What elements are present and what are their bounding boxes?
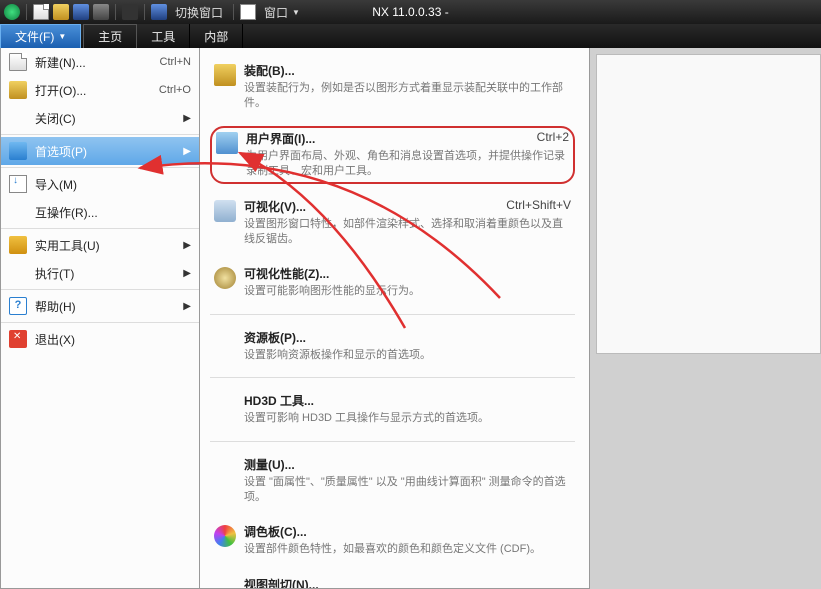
menu-utilities[interactable]: 实用工具(U)▶ [1, 231, 199, 259]
window-icon[interactable] [240, 4, 256, 20]
submenu-visualization[interactable]: 可视化(V)...Ctrl+Shift+V设置图形窗口特性，如部件渲染样式、选择… [210, 194, 575, 252]
separator [210, 314, 575, 315]
chevron-right-icon: ▶ [183, 301, 191, 312]
submenu-palette[interactable]: 调色板(C)...设置部件颜色特性，如最喜欢的颜色和颜色定义文件 (CDF)。 [210, 519, 575, 561]
submenu-resource[interactable]: 资源板(P)...设置影响资源板操作和显示的首选项。 [210, 325, 575, 367]
chevron-right-icon: ▶ [183, 268, 191, 279]
menu-interop[interactable]: 互操作(R)... [1, 198, 199, 226]
menu-open[interactable]: 打开(O)...Ctrl+O [1, 76, 199, 104]
separator [233, 4, 234, 20]
ui-icon [216, 132, 238, 154]
submenu-section[interactable]: 视图剖切(N)...设置视图剖切控件，例如锁定所有平面。 [210, 572, 575, 589]
menu-exit[interactable]: 退出(X) [1, 325, 199, 353]
assembly-icon [214, 64, 236, 86]
import-icon [9, 175, 27, 193]
window-menu-button[interactable]: 窗口▼ [260, 4, 304, 21]
separator [1, 167, 199, 168]
palette-icon [214, 525, 236, 547]
separator [1, 289, 199, 290]
blank-icon [214, 331, 236, 353]
separator [26, 4, 27, 20]
content-panel [596, 54, 821, 354]
utilities-icon [9, 236, 27, 254]
exit-icon [9, 330, 27, 348]
undo-icon[interactable] [122, 4, 138, 20]
submenu-vis-performance[interactable]: 可视化性能(Z)...设置可能影响图形性能的显示行为。 [210, 261, 575, 303]
chevron-right-icon: ▶ [183, 113, 191, 124]
preferences-icon [9, 142, 27, 160]
menu-close[interactable]: 关闭(C)▶ [1, 104, 199, 132]
separator [115, 4, 116, 20]
tab-tools[interactable]: 工具 [137, 24, 190, 48]
menu-preferences[interactable]: 首选项(P)▶ [1, 137, 199, 165]
workspace: 新建(N)...Ctrl+N 打开(O)...Ctrl+O 关闭(C)▶ 首选项… [0, 48, 821, 589]
submenu-hd3d[interactable]: HD3D 工具...设置可影响 HD3D 工具操作与显示方式的首选项。 [210, 388, 575, 430]
separator [1, 134, 199, 135]
separator [1, 322, 199, 323]
blank-icon [9, 203, 27, 221]
menu-execute[interactable]: 执行(T)▶ [1, 259, 199, 287]
vis-performance-icon [214, 267, 236, 289]
submenu-user-interface[interactable]: 用户界面(I)...Ctrl+2为用户界面布局、外观、角色和消息设置首选项，并提… [210, 126, 575, 184]
tab-file[interactable]: 文件(F)▼ [0, 24, 81, 48]
title-bar: 切换窗口 窗口▼ NX 11.0.0.33 - [0, 0, 821, 24]
new-icon[interactable] [33, 4, 49, 20]
menu-new[interactable]: 新建(N)...Ctrl+N [1, 48, 199, 76]
visualization-icon [214, 200, 236, 222]
help-icon: ? [9, 297, 27, 315]
blank-icon [214, 394, 236, 416]
separator [210, 441, 575, 442]
new-icon [9, 53, 27, 71]
blank-icon [9, 109, 27, 127]
menu-import[interactable]: 导入(M) [1, 170, 199, 198]
tab-internal[interactable]: 内部 [190, 24, 243, 48]
file-menu: 新建(N)...Ctrl+N 打开(O)...Ctrl+O 关闭(C)▶ 首选项… [0, 48, 200, 589]
chevron-right-icon: ▶ [183, 240, 191, 251]
open-icon[interactable] [53, 4, 69, 20]
preferences-submenu: 装配(B)...设置装配行为，例如是否以图形方式着重显示装配关联中的工作部件。 … [200, 48, 590, 589]
tab-home[interactable]: 主页 [83, 24, 137, 48]
app-title: NX 11.0.0.33 - [372, 5, 449, 19]
chevron-right-icon: ▶ [183, 146, 191, 157]
open-icon [9, 81, 27, 99]
windows-icon[interactable] [151, 4, 167, 20]
submenu-measure[interactable]: 测量(U)...设置 "面属性"、"质量属性" 以及 "用曲线计算面积" 测量命… [210, 452, 575, 510]
blank-icon [214, 458, 236, 480]
app-icon [4, 4, 20, 20]
blank-icon [214, 578, 236, 589]
menu-bar: 文件(F)▼ 主页 工具 内部 [0, 24, 821, 48]
menu-help[interactable]: ?帮助(H)▶ [1, 292, 199, 320]
separator [144, 4, 145, 20]
separator [210, 377, 575, 378]
content-area [590, 48, 821, 589]
blank-icon [9, 264, 27, 282]
separator [1, 228, 199, 229]
tool-icon[interactable] [93, 4, 109, 20]
switch-window-button[interactable]: 切换窗口 [171, 4, 227, 21]
save-icon[interactable] [73, 4, 89, 20]
submenu-assembly[interactable]: 装配(B)...设置装配行为，例如是否以图形方式着重显示装配关联中的工作部件。 [210, 58, 575, 116]
